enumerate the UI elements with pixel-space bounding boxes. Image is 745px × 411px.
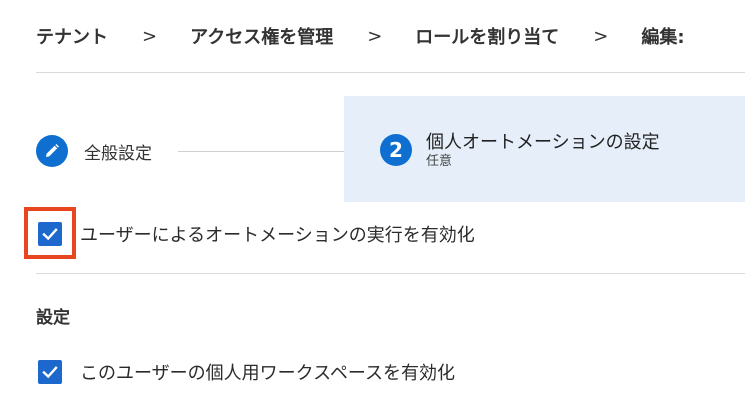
chevron-right-icon: > <box>367 25 383 47</box>
step-subtitle: 任意 <box>426 154 453 169</box>
enable-workspace-checkbox[interactable] <box>38 360 62 384</box>
pencil-icon <box>36 135 68 167</box>
breadcrumb: テナント > アクセス権を管理 > ロールを割り当て > 編集: <box>36 22 685 50</box>
divider <box>36 273 745 274</box>
breadcrumb-manage-access[interactable]: アクセス権を管理 <box>190 23 333 49</box>
step-title: 個人オートメーションの設定 <box>426 132 660 153</box>
step-number-badge: 2 <box>380 134 412 166</box>
breadcrumb-tenant[interactable]: テナント <box>36 23 108 49</box>
breadcrumb-assign-roles[interactable]: ロールを割り当て <box>415 23 559 49</box>
enable-workspace-option: このユーザーの個人用ワークスペースを有効化 <box>38 359 455 385</box>
chevron-right-icon: > <box>142 25 158 47</box>
enable-workspace-label: このユーザーの個人用ワークスペースを有効化 <box>80 363 455 384</box>
enable-automation-label: ユーザーによるオートメーションの実行を有効化 <box>80 225 475 246</box>
enable-automation-option: ユーザーによるオートメーションの実行を有効化 <box>38 221 475 247</box>
section-title-settings: 設定 <box>36 308 70 328</box>
checkmark-icon <box>42 366 58 379</box>
step-label: 全般設定 <box>84 143 152 164</box>
divider <box>36 72 745 73</box>
step-personal-automation[interactable]: 2 個人オートメーションの設定 任意 <box>344 96 745 202</box>
chevron-right-icon: > <box>593 25 609 47</box>
checkmark-icon <box>42 228 58 241</box>
step-general-settings[interactable]: 全般設定 <box>36 135 162 167</box>
wizard-stepper: 2 個人オートメーションの設定 任意 全般設定 <box>36 96 745 202</box>
breadcrumb-edit: 編集: <box>641 27 685 48</box>
enable-automation-checkbox[interactable] <box>38 222 62 246</box>
